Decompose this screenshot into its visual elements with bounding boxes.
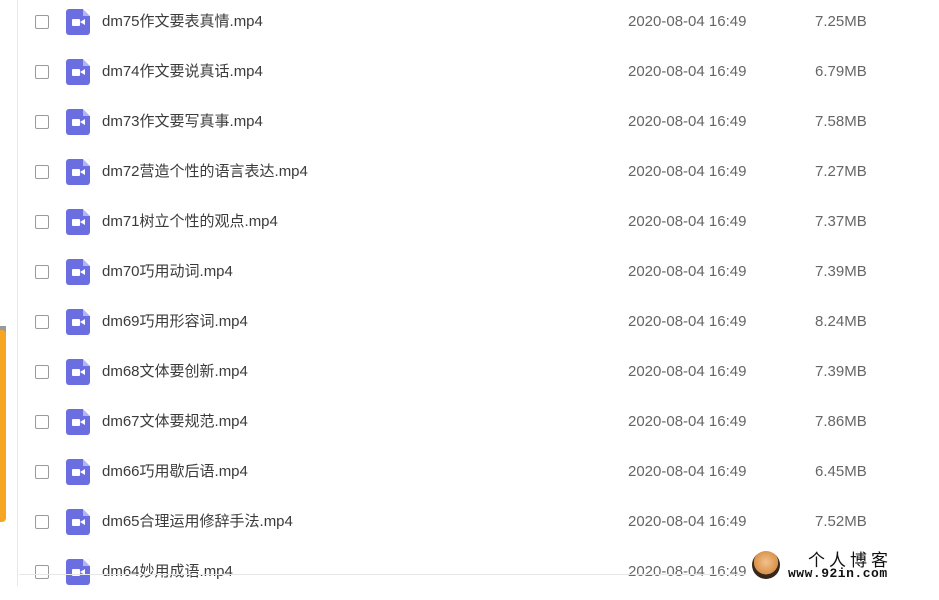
file-select-checkbox[interactable] <box>35 15 49 29</box>
video-file-icon <box>66 59 90 85</box>
file-row[interactable]: dm70巧用动词.mp4 2020-08-04 16:49 7.39MB <box>19 250 939 300</box>
file-row[interactable]: dm69巧用形容词.mp4 2020-08-04 16:49 8.24MB <box>19 300 939 350</box>
file-name[interactable]: dm73作文要写真事.mp4 <box>102 112 263 132</box>
file-select-checkbox[interactable] <box>35 515 49 529</box>
file-modified-date: 2020-08-04 16:49 <box>628 163 747 180</box>
file-select-checkbox[interactable] <box>35 65 49 79</box>
file-select-checkbox[interactable] <box>35 115 49 129</box>
video-file-icon <box>66 509 90 535</box>
file-size: 7.27MB <box>815 163 867 180</box>
file-select-checkbox[interactable] <box>35 165 49 179</box>
left-panel-edge <box>0 0 18 586</box>
file-name[interactable]: dm71树立个性的观点.mp4 <box>102 212 278 232</box>
video-file-icon <box>66 359 90 385</box>
file-name[interactable]: dm74作文要说真话.mp4 <box>102 62 263 82</box>
video-file-icon <box>66 459 90 485</box>
file-name[interactable]: dm68文体要创新.mp4 <box>102 362 248 382</box>
file-row[interactable]: dm66巧用歇后语.mp4 2020-08-04 16:49 6.45MB <box>19 450 939 500</box>
file-size: 7.39MB <box>815 263 867 280</box>
file-select-checkbox[interactable] <box>35 315 49 329</box>
file-modified-date: 2020-08-04 16:49 <box>628 13 747 30</box>
file-select-checkbox[interactable] <box>35 365 49 379</box>
file-modified-date: 2020-08-04 16:49 <box>628 113 747 130</box>
file-row[interactable]: dm74作文要说真话.mp4 2020-08-04 16:49 6.79MB <box>19 50 939 100</box>
file-row[interactable]: dm65合理运用修辞手法.mp4 2020-08-04 16:49 7.52MB <box>19 500 939 550</box>
file-name[interactable]: dm67文体要规范.mp4 <box>102 412 248 432</box>
file-row[interactable]: dm75作文要表真情.mp4 2020-08-04 16:49 7.25MB <box>19 0 939 50</box>
file-list: dm75作文要表真情.mp4 2020-08-04 16:49 7.25MB dm74… <box>19 0 939 586</box>
video-file-icon <box>66 309 90 335</box>
file-size: 7.37MB <box>815 213 867 230</box>
file-row[interactable]: dm72营造个性的语言表达.mp4 2020-08-04 16:49 7.27MB <box>19 150 939 200</box>
file-modified-date: 2020-08-04 16:49 <box>628 513 747 530</box>
file-size: 8.24MB <box>815 313 867 330</box>
file-modified-date: 2020-08-04 16:49 <box>628 363 747 380</box>
file-size: 7.25MB <box>815 13 867 30</box>
file-modified-date: 2020-08-04 16:49 <box>628 263 747 280</box>
file-name[interactable]: dm66巧用歇后语.mp4 <box>102 462 248 482</box>
file-modified-date: 2020-08-04 16:49 <box>628 563 747 580</box>
file-name[interactable]: dm70巧用动词.mp4 <box>102 262 233 282</box>
video-file-icon <box>66 209 90 235</box>
video-file-icon <box>66 259 90 285</box>
file-modified-date: 2020-08-04 16:49 <box>628 313 747 330</box>
file-size: 6.45MB <box>815 463 867 480</box>
file-name[interactable]: dm75作文要表真情.mp4 <box>102 12 263 32</box>
video-file-icon <box>66 559 90 585</box>
file-modified-date: 2020-08-04 16:49 <box>628 213 747 230</box>
file-row[interactable]: dm68文体要创新.mp4 2020-08-04 16:49 7.39MB <box>19 350 939 400</box>
file-size: 7.58MB <box>815 113 867 130</box>
watermark: 个人博客 www.92in.com <box>746 546 939 586</box>
file-name[interactable]: dm65合理运用修辞手法.mp4 <box>102 512 293 532</box>
file-name[interactable]: dm72营造个性的语言表达.mp4 <box>102 162 308 182</box>
video-file-icon <box>66 409 90 435</box>
watermark-url: www.92in.com <box>788 566 888 581</box>
file-modified-date: 2020-08-04 16:49 <box>628 63 747 80</box>
file-modified-date: 2020-08-04 16:49 <box>628 413 747 430</box>
file-size: 7.52MB <box>815 513 867 530</box>
watermark-avatar-icon <box>752 551 780 579</box>
file-select-checkbox[interactable] <box>35 415 49 429</box>
file-row[interactable]: dm71树立个性的观点.mp4 2020-08-04 16:49 7.37MB <box>19 200 939 250</box>
video-file-icon <box>66 109 90 135</box>
video-file-icon <box>66 9 90 35</box>
file-modified-date: 2020-08-04 16:49 <box>628 463 747 480</box>
file-select-checkbox[interactable] <box>35 215 49 229</box>
file-row[interactable]: dm73作文要写真事.mp4 2020-08-04 16:49 7.58MB <box>19 100 939 150</box>
file-size: 7.86MB <box>815 413 867 430</box>
file-size: 7.39MB <box>815 363 867 380</box>
file-row[interactable]: dm67文体要规范.mp4 2020-08-04 16:49 7.86MB <box>19 400 939 450</box>
file-select-checkbox[interactable] <box>35 265 49 279</box>
file-name[interactable]: dm69巧用形容词.mp4 <box>102 312 248 332</box>
video-file-icon <box>66 159 90 185</box>
file-select-checkbox[interactable] <box>35 565 49 579</box>
file-name[interactable]: dm64妙用成语.mp4 <box>102 562 233 582</box>
file-size: 6.79MB <box>815 63 867 80</box>
file-select-checkbox[interactable] <box>35 465 49 479</box>
panel-accent-bar <box>0 330 6 522</box>
